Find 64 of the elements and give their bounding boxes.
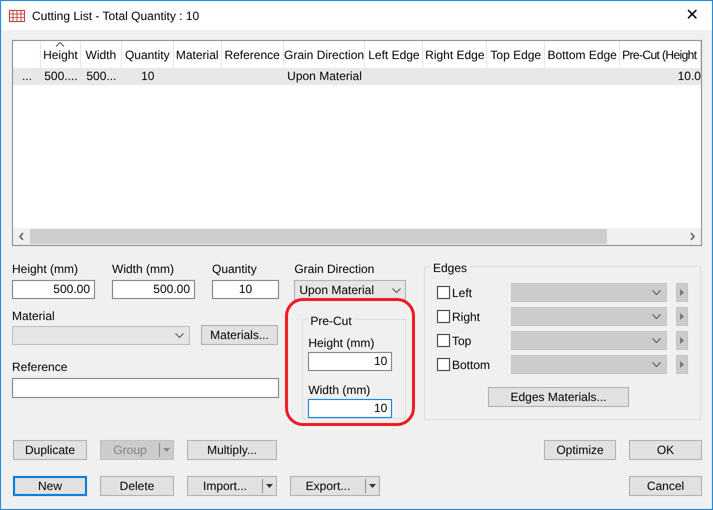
table-cell: 500... bbox=[86, 69, 116, 83]
field-label: Height (mm) bbox=[308, 335, 376, 352]
sort-icon bbox=[56, 42, 65, 47]
close-button[interactable]: ✕ bbox=[672, 4, 712, 28]
caret-icon bbox=[652, 362, 661, 367]
table-cell: Upon Material bbox=[287, 69, 362, 83]
field-label: Grain Direction bbox=[294, 261, 376, 278]
dropdown-arrow-icon bbox=[163, 448, 170, 452]
materials-button[interactable]: Materials... bbox=[201, 325, 278, 345]
dialog-button[interactable]: Multiply... bbox=[187, 440, 277, 460]
play-icon bbox=[680, 313, 684, 320]
dialog-button[interactable]: Import... bbox=[187, 476, 277, 496]
edge-arrow-button[interactable] bbox=[676, 355, 688, 374]
field-label: Height (mm) bbox=[12, 261, 80, 278]
checkbox-label: Right bbox=[452, 308, 480, 326]
precut-width-field[interactable]: 10 bbox=[308, 399, 392, 418]
caret-icon bbox=[652, 290, 661, 295]
edge-arrow-button[interactable] bbox=[676, 307, 688, 326]
play-icon bbox=[680, 361, 684, 368]
dialog-button[interactable]: New bbox=[13, 476, 87, 496]
dialog-button[interactable]: Export... bbox=[290, 476, 380, 496]
edges-materials-button[interactable]: Edges Materials... bbox=[488, 387, 629, 407]
checkbox[interactable] bbox=[437, 286, 450, 299]
width-field[interactable]: 500.00 bbox=[112, 280, 195, 299]
play-icon bbox=[680, 337, 684, 344]
table-cell: 10.0 bbox=[678, 69, 701, 83]
dialog-button[interactable]: OK bbox=[629, 440, 702, 460]
field-label: Width (mm) bbox=[308, 382, 372, 399]
caret-icon bbox=[175, 332, 184, 338]
field-label: Material bbox=[12, 308, 56, 325]
grid-icon bbox=[9, 10, 25, 22]
dialog-button[interactable]: Cancel bbox=[629, 476, 702, 496]
scrollbar-thumb[interactable] bbox=[30, 229, 607, 244]
caret-icon bbox=[652, 314, 661, 319]
checkbox-label: Top bbox=[452, 332, 472, 350]
table-cell: 500.... bbox=[44, 69, 78, 83]
play-icon bbox=[680, 289, 684, 296]
grid-row[interactable]: ... 500.... 500... 10 Upon Material 10.0 bbox=[13, 68, 701, 85]
checkbox[interactable] bbox=[437, 310, 450, 323]
horizontal-scrollbar[interactable] bbox=[13, 228, 701, 245]
checkbox-label: Bottom bbox=[452, 356, 490, 374]
checkbox[interactable] bbox=[437, 358, 450, 371]
precut-height-field[interactable]: 10 bbox=[308, 352, 392, 371]
dialog-button[interactable]: Delete bbox=[100, 476, 174, 496]
table-cell: ... bbox=[22, 69, 32, 83]
field-label: Quantity bbox=[212, 261, 258, 278]
caret-icon bbox=[392, 288, 402, 292]
dropdown-arrow-icon bbox=[369, 484, 376, 488]
field-label: Width (mm) bbox=[112, 261, 175, 278]
field-label: Reference bbox=[12, 359, 68, 376]
quantity-field[interactable]: 10 bbox=[212, 280, 279, 299]
window-title: Cutting List - Total Quantity : 10 bbox=[32, 8, 200, 24]
edge-arrow-button[interactable] bbox=[676, 283, 688, 302]
checkbox[interactable] bbox=[437, 334, 450, 347]
dropdown-arrow-icon bbox=[266, 484, 273, 488]
checkbox-label: Left bbox=[452, 284, 472, 302]
height-field[interactable]: 500.00 bbox=[12, 280, 95, 299]
dialog-button[interactable]: Duplicate bbox=[13, 440, 87, 460]
caret-icon bbox=[652, 338, 661, 343]
table-cell: 10 bbox=[141, 69, 154, 83]
edge-arrow-button[interactable] bbox=[676, 331, 688, 350]
grain-direction-dropdown[interactable]: Upon Material bbox=[294, 280, 406, 300]
reference-field[interactable] bbox=[12, 378, 279, 398]
dialog-button[interactable]: Optimize bbox=[544, 440, 616, 460]
